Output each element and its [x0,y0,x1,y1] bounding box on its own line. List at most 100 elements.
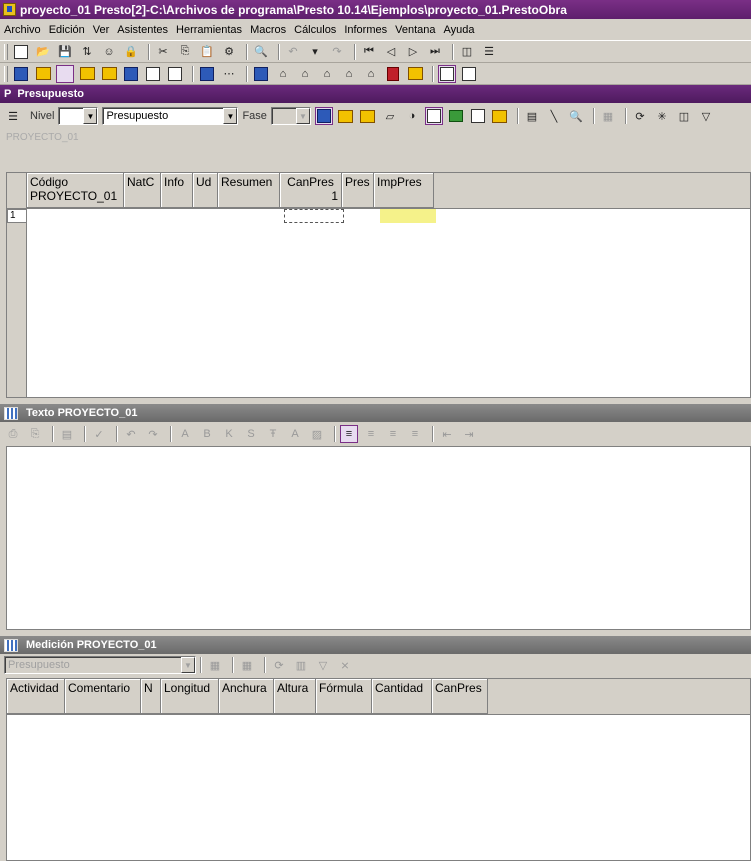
col-canpres[interactable]: CanPres 1 [280,173,342,208]
home-icon[interactable] [12,65,30,83]
expand-icon[interactable]: ✳ [653,107,671,125]
house-pen-icon[interactable]: ⌂ [296,65,314,83]
house-check-icon[interactable]: ⌂ [362,65,380,83]
chevron-down-icon[interactable]: ▼ [83,108,98,124]
spell-check-icon[interactable]: ✓ [90,425,108,443]
col-altura[interactable]: Altura [274,679,316,714]
col-pres[interactable]: Pres [342,173,374,208]
search-icon[interactable]: 🔍 [567,107,585,125]
measurement-grid[interactable]: Actividad Comentario N Longitud Anchura … [6,678,751,861]
new-file-icon[interactable] [12,43,30,61]
find-icon[interactable]: 🔍 [252,43,270,61]
spreadsheet-icon[interactable] [447,107,465,125]
undo-icon[interactable]: ↶ [284,43,302,61]
menu-informes[interactable]: Informes [344,24,387,36]
block-icon[interactable]: ▦ [206,656,224,674]
measurement-window-title[interactable]: Medición PROYECTO_01 [0,636,751,654]
window-title-bar[interactable]: proyecto_01 Presto[2]-C:\Archivos de pro… [0,0,751,19]
highlight-icon[interactable]: ▨ [308,425,326,443]
menu-ayuda[interactable]: Ayuda [443,24,474,36]
lines-icon[interactable] [78,65,96,83]
font-icon[interactable]: A [176,425,194,443]
tree-icon[interactable] [122,65,140,83]
tree-view-icon[interactable] [314,107,333,125]
filter-icon[interactable]: ▽ [697,107,715,125]
measurement-view-select[interactable]: Presupuesto ▼ [4,656,196,674]
font-color-icon[interactable]: A [286,425,304,443]
first-record-icon[interactable]: ⏮ [360,43,378,61]
row-number[interactable]: 1 [7,209,27,223]
menu-herramientas[interactable]: Herramientas [176,24,242,36]
indent-icon[interactable]: ⇥ [460,425,478,443]
text-window-title[interactable]: Texto PROYECTO_01 [0,404,751,422]
split-vertical-icon[interactable]: ◫ [458,43,476,61]
paste-special-icon[interactable]: ⚙ [220,43,238,61]
split-icon[interactable]: ◫ [675,107,693,125]
color-icon[interactable]: ◑ [403,107,421,125]
col-imppres[interactable]: ImpPres [374,173,434,208]
zone-icon[interactable] [144,65,162,83]
form-icon[interactable] [460,65,478,83]
strikethrough-icon[interactable]: Ŧ [264,425,282,443]
budget-grid[interactable]: Código PROYECTO_01 NatC Info Ud Resumen … [6,172,751,398]
col-n[interactable]: N [141,679,161,714]
underline-icon[interactable]: S [242,425,260,443]
menu-calculos[interactable]: Cálculos [294,24,336,36]
nivel-select[interactable]: ▼ [58,107,99,125]
block-icon[interactable]: ▦ [599,107,617,125]
collapse-icon[interactable]: ⨯ [336,656,354,674]
network-icon[interactable]: ⋯ [220,65,238,83]
chevron-down-icon[interactable]: ▼ [181,657,195,673]
col-canpres-medicion[interactable]: CanPres [432,679,488,714]
sun-icon[interactable] [406,65,424,83]
align-right-icon[interactable]: ≡ [384,425,402,443]
last-record-icon[interactable]: ⏭ [426,43,444,61]
col-natc[interactable]: NatC [124,173,161,208]
menu-asistentes[interactable]: Asistentes [117,24,168,36]
next-record-icon[interactable]: ▷ [404,43,422,61]
zone-icon[interactable] [469,107,487,125]
table-icon[interactable]: ▤ [523,107,541,125]
previous-record-icon[interactable]: ◁ [382,43,400,61]
redo-icon[interactable]: ↷ [144,425,162,443]
redo-icon[interactable]: ↷ [328,43,346,61]
grid-view-icon[interactable] [337,107,355,125]
save-icon[interactable]: 💾 [56,43,74,61]
sort-icon[interactable]: ⇅ [78,43,96,61]
book-icon[interactable] [384,65,402,83]
columns-icon[interactable] [424,107,443,125]
chevron-down-icon[interactable]: ▼ [295,108,310,124]
zone-alt-icon[interactable] [166,65,184,83]
outdent-icon[interactable]: ⇤ [438,425,456,443]
house-icon[interactable]: ⌂ [274,65,292,83]
col-formula[interactable]: Fórmula [316,679,372,714]
text-editor-area[interactable] [6,446,751,630]
active-cell-canpres[interactable] [284,209,344,223]
columns-icon[interactable]: ▥ [292,656,310,674]
menu-ver[interactable]: Ver [93,24,110,36]
view-select[interactable]: Presupuesto ▼ [102,107,239,125]
people-view-icon[interactable] [359,107,377,125]
align-justify-icon[interactable]: ≡ [406,425,424,443]
cut-icon[interactable]: ✂ [154,43,172,61]
print-icon[interactable]: ⎙ [4,425,22,443]
cell-imppres[interactable] [380,209,436,223]
eraser-icon[interactable]: ▱ [381,107,399,125]
undo-icon[interactable]: ↶ [122,425,140,443]
lock-icon[interactable]: 🔒 [122,43,140,61]
paste-icon[interactable]: 📋 [198,43,216,61]
house-search-icon[interactable]: ⌂ [318,65,336,83]
refresh-icon[interactable]: ⟳ [270,656,288,674]
bold-icon[interactable]: B [198,425,216,443]
menu-edicion[interactable]: Edición [49,24,85,36]
refresh-icon[interactable]: ⟳ [631,107,649,125]
wand-icon[interactable]: ╲ [545,107,563,125]
table-row[interactable]: 1 [7,209,750,223]
col-longitud[interactable]: Longitud [161,679,219,714]
table-icon[interactable]: ▦ [238,656,256,674]
toolbar-grip[interactable] [4,43,8,60]
fase-select[interactable]: ▼ [270,107,311,125]
col-comentario[interactable]: Comentario [65,679,141,714]
dropdown-arrow-icon[interactable]: ▾ [306,43,324,61]
chevron-down-icon[interactable]: ▼ [223,108,238,124]
